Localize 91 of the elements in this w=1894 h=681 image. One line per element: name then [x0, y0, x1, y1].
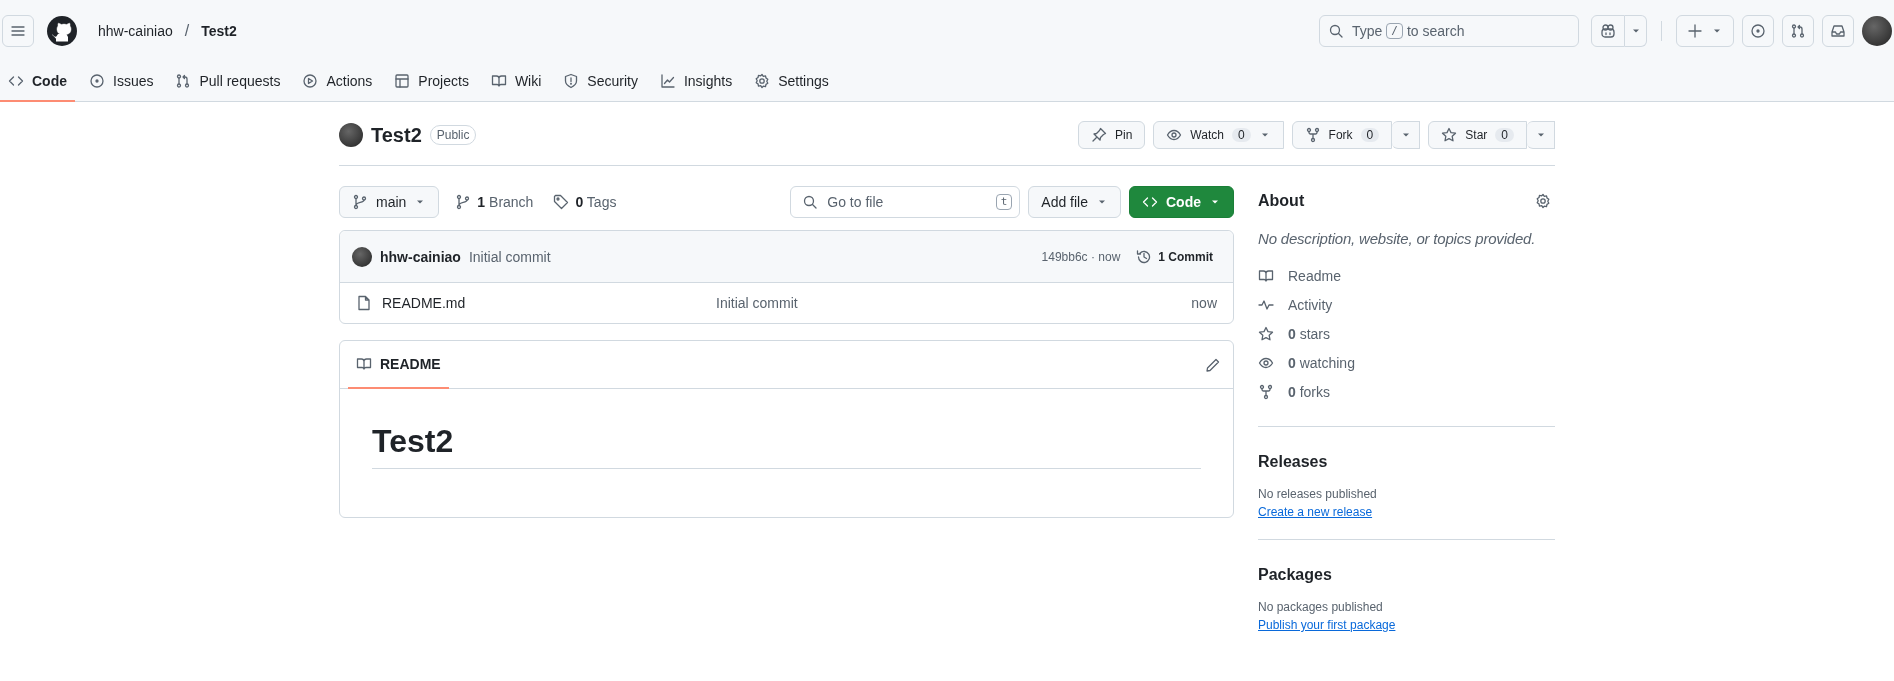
search-field[interactable]: Type / to search [1319, 14, 1579, 47]
breadcrumb-link[interactable]: Test2 [195, 22, 243, 39]
counter: 0 [1495, 128, 1514, 142]
play-circle-icon [302, 72, 319, 89]
open-book-icon [1258, 267, 1274, 284]
nav-tab[interactable]: Insights [651, 61, 741, 102]
circle-dot-icon [89, 72, 105, 89]
star-button[interactable]: Star 0 [1428, 121, 1527, 149]
about-link[interactable]: 0 watching [1258, 348, 1555, 377]
nav-tab[interactable]: Code [0, 61, 75, 102]
settings-icon [754, 72, 771, 89]
open-book-icon [356, 356, 372, 372]
commit-hash-time: 149bb6c · now [1041, 249, 1121, 264]
nav-tab[interactable]: Pull requests [167, 61, 289, 102]
open-book-icon [490, 72, 507, 89]
shortcut-key: / [1386, 22, 1403, 39]
table-icon [394, 72, 411, 89]
tags-link[interactable]: 0 Tags [549, 194, 621, 210]
branch-icon [352, 194, 368, 210]
line-graph-icon [659, 72, 676, 89]
section-heading: Releases [1258, 453, 1329, 471]
avatar [352, 246, 372, 267]
nav-tab[interactable]: Settings [746, 61, 837, 102]
breadcrumb-link[interactable]: hhw-cainiao [92, 22, 179, 39]
branch-select-button[interactable]: main [339, 186, 440, 218]
inbox-icon [1830, 22, 1846, 39]
branch-icon [455, 194, 472, 210]
avatar[interactable] [1862, 15, 1892, 46]
pull-request-icon [175, 72, 192, 89]
branches-link[interactable]: 1 Branch [451, 194, 538, 210]
code-button[interactable]: Code [1129, 186, 1234, 218]
shortcut-key: t [995, 194, 1013, 210]
history-icon [1136, 248, 1153, 265]
pin-button[interactable]: Pin [1078, 121, 1146, 149]
commit-time: now [1191, 295, 1217, 311]
commit-author[interactable]: hhw-cainiao [380, 248, 461, 265]
empty-text: No releases published [1258, 487, 1378, 501]
avatar [339, 123, 363, 147]
pin-icon [1091, 127, 1107, 143]
star-icon [1258, 325, 1274, 342]
inbox-button[interactable] [1822, 14, 1854, 47]
tag-icon [553, 194, 570, 210]
code-brackets-icon [1142, 194, 1158, 210]
nav-tab[interactable]: Issues [81, 61, 162, 102]
pull-request-icon [1790, 22, 1806, 39]
readme-heading: Test2 [372, 423, 1201, 469]
octocat-logo-icon[interactable] [46, 14, 78, 47]
shield-icon [563, 72, 580, 89]
breadcrumb-separator: / [183, 21, 191, 40]
issues-button[interactable] [1742, 14, 1774, 47]
commit-message[interactable]: Initial commit [468, 248, 551, 265]
repo-name[interactable]: Test2 [371, 123, 422, 147]
counter: 0 [1231, 128, 1251, 142]
about-link[interactable]: Activity [1258, 290, 1555, 319]
pencil-icon [1205, 356, 1221, 373]
commit-message[interactable]: Initial commit [716, 295, 1192, 311]
section-heading: Packages [1258, 566, 1333, 584]
about-link[interactable]: 0 forks [1258, 377, 1555, 406]
add-file-button[interactable]: Add file [1028, 186, 1121, 218]
create-link[interactable]: Publish your first package [1258, 618, 1396, 632]
commits-link[interactable]: 1 Commit [1132, 248, 1217, 265]
copilot-button[interactable] [1591, 14, 1625, 47]
about-link[interactable]: Readme [1258, 261, 1555, 290]
file-name[interactable]: README.md [382, 295, 466, 311]
about-link[interactable]: 0 stars [1258, 319, 1555, 348]
section-heading: About [1258, 192, 1305, 210]
nav-tab[interactable]: Security [555, 61, 646, 102]
create-new-button[interactable] [1676, 14, 1734, 47]
star-icon [1441, 127, 1458, 143]
circle-dot-icon [1750, 22, 1766, 39]
plus-icon [1687, 22, 1703, 39]
nav-tab[interactable]: Projects [386, 61, 477, 102]
fork-icon [1304, 127, 1321, 143]
search-icon [802, 194, 819, 210]
fork-button[interactable]: Fork 0 [1291, 121, 1393, 149]
menu-button[interactable] [2, 14, 34, 47]
search-icon [1328, 22, 1344, 39]
file-icon [356, 295, 372, 311]
repo-description: No description, website, or topics provided. [1258, 230, 1537, 247]
readme-tab[interactable]: README [348, 341, 449, 389]
eye-icon [1166, 127, 1183, 143]
robot-face-icon [1600, 22, 1616, 39]
settings-icon [1535, 193, 1551, 209]
fork-icon [1258, 383, 1274, 400]
nav-tab[interactable]: Actions [294, 61, 381, 102]
counter: 0 [1360, 128, 1380, 142]
create-link[interactable]: Create a new release [1258, 505, 1373, 519]
pull-requests-button[interactable] [1782, 14, 1814, 47]
empty-text: No packages published [1258, 600, 1384, 614]
watch-button[interactable]: Watch 0 [1153, 121, 1284, 149]
nav-tab[interactable]: Wiki [482, 61, 550, 102]
